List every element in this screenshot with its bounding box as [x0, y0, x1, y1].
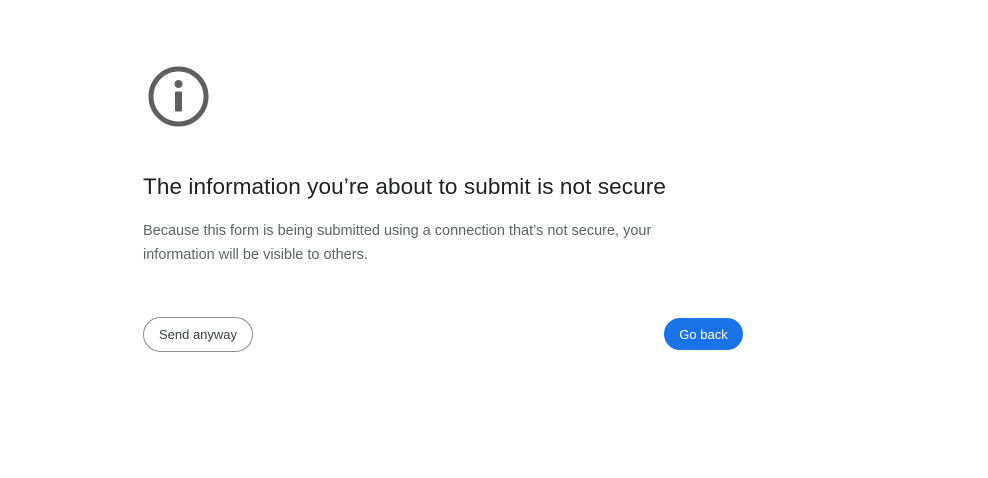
send-anyway-button[interactable]: Send anyway [143, 317, 253, 352]
info-icon [148, 66, 209, 127]
insecure-form-interstitial: The information you’re about to submit i… [143, 0, 743, 478]
warning-message: Because this form is being submitted usi… [143, 223, 652, 263]
page-title: The information you’re about to submit i… [143, 174, 666, 199]
go-back-button[interactable]: Go back [664, 318, 743, 350]
